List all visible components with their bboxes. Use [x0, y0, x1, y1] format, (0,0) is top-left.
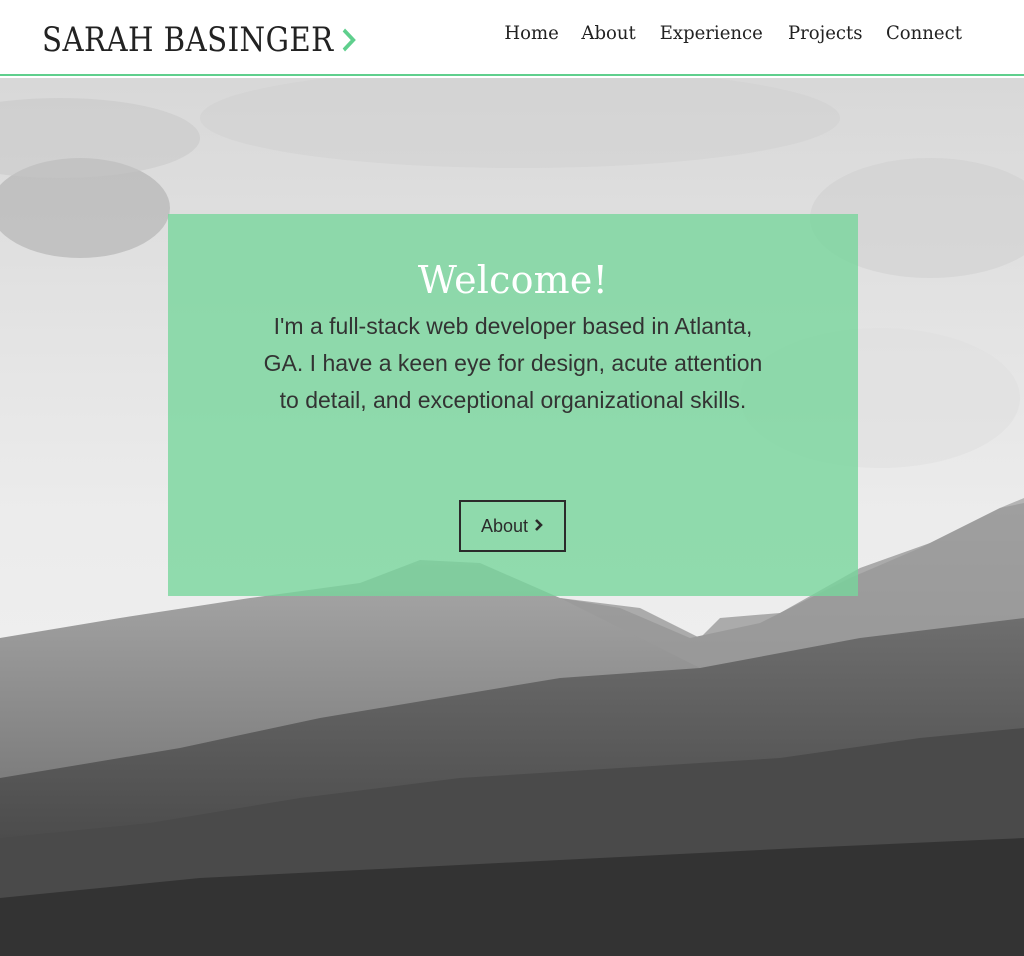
- welcome-panel: Welcome! I'm a full-stack web developer …: [168, 214, 858, 596]
- nav-home[interactable]: Home: [504, 22, 558, 44]
- nav-experience[interactable]: Experience: [660, 22, 763, 44]
- about-button-label: About: [480, 515, 529, 536]
- nav-projects[interactable]: Projects: [788, 22, 863, 44]
- chevron-right-icon: [534, 516, 544, 537]
- site-logo[interactable]: SARAH BASINGER: [42, 18, 358, 62]
- nav-about[interactable]: About: [581, 22, 635, 44]
- intro-text: I'm a full-stack web developer based in …: [263, 313, 763, 413]
- hero-section: Welcome! I'm a full-stack web developer …: [0, 78, 1024, 956]
- nav-connect[interactable]: Connect: [886, 22, 962, 44]
- brand-name: SARAH BASINGER: [42, 20, 334, 60]
- chevron-right-icon: [340, 27, 357, 53]
- main-nav: Home About Experience Projects Connect: [503, 22, 964, 44]
- about-button[interactable]: About: [459, 500, 566, 552]
- site-header: SARAH BASINGER Home About Experience Pro…: [0, 0, 1024, 76]
- welcome-title: Welcome!: [417, 258, 609, 302]
